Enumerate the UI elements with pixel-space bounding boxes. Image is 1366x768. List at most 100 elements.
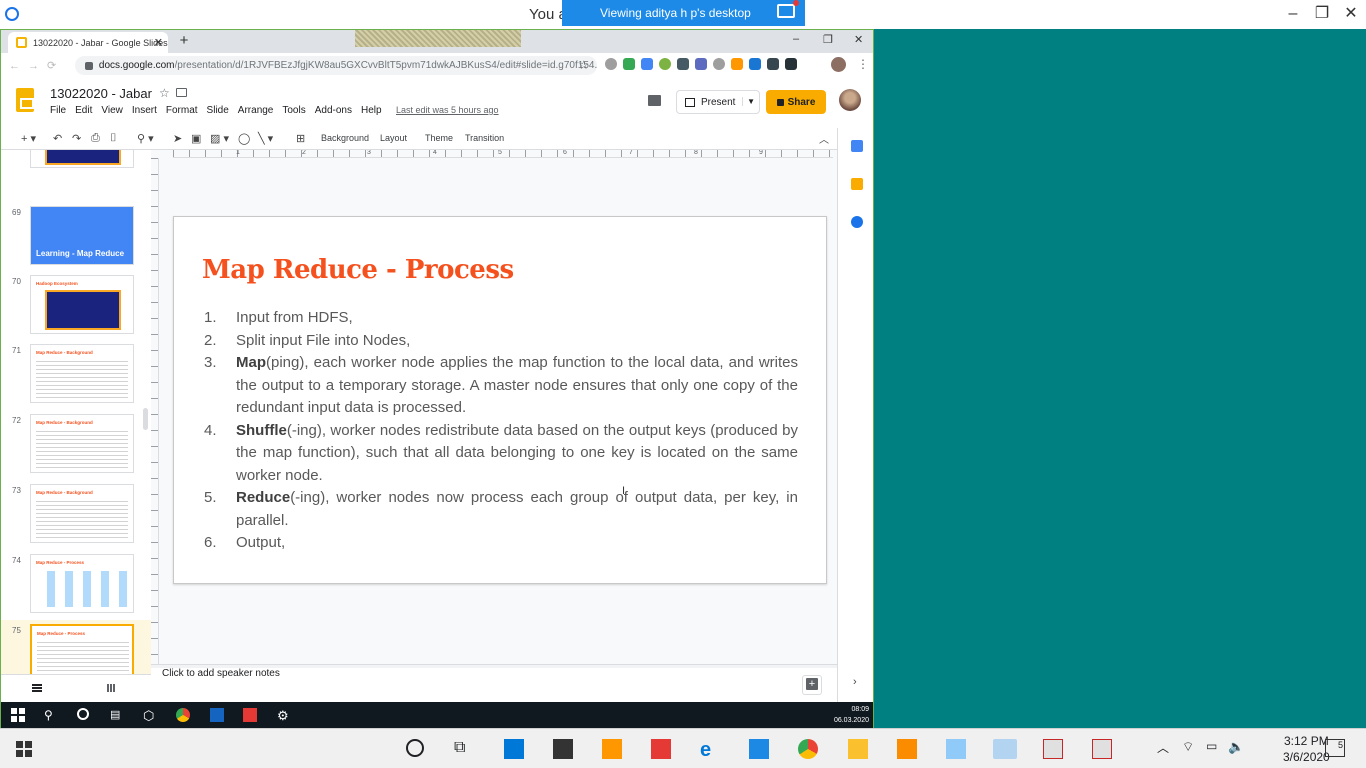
thumbnail-row[interactable] xyxy=(1,150,151,194)
windows-start-icon[interactable] xyxy=(16,741,32,757)
menu-tools[interactable]: Tools xyxy=(282,105,305,116)
extension-icon[interactable] xyxy=(641,58,653,70)
tab-close-icon[interactable]: ✕ xyxy=(154,36,163,49)
chevron-up-icon[interactable]: ︿ xyxy=(1157,739,1177,759)
background-button[interactable]: Background xyxy=(321,133,369,143)
shape-icon[interactable]: ◯ xyxy=(238,132,250,145)
thumbnail-row[interactable]: 74 Map Reduce - Process xyxy=(1,554,151,620)
virtualbox-icon[interactable] xyxy=(946,739,966,759)
menu-slide[interactable]: Slide xyxy=(207,105,229,116)
cortana-icon[interactable] xyxy=(406,739,424,757)
address-bar[interactable]: docs.google.com /presentation/d/1RJVFBEz… xyxy=(75,56,597,75)
restore-icon[interactable]: ❐ xyxy=(1307,4,1337,24)
gift-icon[interactable] xyxy=(651,739,671,759)
present-button[interactable]: Present ▼ xyxy=(676,90,760,114)
screen-share-icon[interactable] xyxy=(777,0,799,18)
chevron-right-icon[interactable]: › xyxy=(853,676,857,688)
java-icon[interactable] xyxy=(1043,739,1063,759)
browser-profile-avatar[interactable] xyxy=(831,57,846,72)
thumbnail-row-selected[interactable]: 75 Map Reduce - Process xyxy=(1,620,151,674)
undo-icon[interactable]: ↶ xyxy=(53,132,62,145)
slide-thumbnail[interactable]: Map Reduce - Background xyxy=(30,484,134,543)
thumbnail-row[interactable]: 72 Map Reduce - Background xyxy=(1,414,151,480)
chevron-up-icon[interactable]: ︿ xyxy=(819,131,829,146)
extension-icon[interactable] xyxy=(695,58,707,70)
close-icon[interactable]: ✕ xyxy=(1336,4,1366,24)
redo-icon[interactable]: ↷ xyxy=(72,132,81,145)
menu-help[interactable]: Help xyxy=(361,105,382,116)
move-to-folder-icon[interactable] xyxy=(176,88,187,97)
speaker-notes-area[interactable]: Click to add speaker notes xyxy=(151,668,837,702)
filmstrip-scrollbar[interactable] xyxy=(143,408,148,430)
extension-icon[interactable] xyxy=(677,58,689,70)
new-slide-icon[interactable]: + ▾ xyxy=(21,132,36,145)
theme-button[interactable]: Theme xyxy=(425,133,453,143)
volume-icon[interactable]: 🔈 xyxy=(1228,739,1248,759)
slide-thumbnail[interactable]: Hadoop Ecosystem xyxy=(30,275,134,334)
thumbnail-row[interactable]: 73 Map Reduce - Background xyxy=(1,484,151,550)
explore-button[interactable] xyxy=(802,675,822,695)
current-slide[interactable]: Map Reduce - Process 1. Input from HDFS, … xyxy=(173,216,827,584)
menu-insert[interactable]: Insert xyxy=(132,105,157,116)
menu-format[interactable]: Format xyxy=(166,105,198,116)
extension-icon[interactable] xyxy=(713,58,725,70)
extension-icon[interactable] xyxy=(785,58,797,70)
slide-thumbnail[interactable]: Learning - Map Reduce xyxy=(30,206,134,265)
slide-thumbnail-selected[interactable]: Map Reduce - Process xyxy=(30,624,134,674)
browser-minimize-icon[interactable]: – xyxy=(793,33,799,45)
slide-thumbnail[interactable]: Map Reduce - Background xyxy=(30,344,134,403)
browser-menu-icon[interactable]: ⋮ xyxy=(857,57,869,71)
notification-icon[interactable]: 5 xyxy=(1325,739,1345,757)
google-slides-logo-icon[interactable] xyxy=(16,88,34,112)
keep-icon[interactable] xyxy=(851,178,863,190)
edge-icon[interactable]: e xyxy=(700,739,720,761)
chrome-icon[interactable] xyxy=(798,739,818,759)
text-box-icon[interactable]: ▣ xyxy=(191,132,201,145)
thumbnail-row[interactable]: 69 Learning - Map Reduce xyxy=(1,206,151,272)
wifi-icon[interactable]: ⌔ xyxy=(1182,739,1202,759)
viewing-banner[interactable]: Viewing aditya h p's desktop xyxy=(562,0,805,26)
print-icon[interactable]: ⎙ xyxy=(91,132,100,145)
slide-title[interactable]: Map Reduce - Process xyxy=(202,255,514,285)
document-title[interactable]: 13022020 - Jabar xyxy=(50,86,152,101)
nav-buttons[interactable]: ←→⟳ xyxy=(9,59,64,72)
xampp-icon[interactable] xyxy=(897,739,917,759)
user-avatar[interactable] xyxy=(839,89,861,111)
select-cursor-icon[interactable]: ➤ xyxy=(173,132,182,145)
battery-icon[interactable]: ▭ xyxy=(1206,739,1226,759)
evernote-extension-icon[interactable] xyxy=(623,58,635,70)
add-comment-icon[interactable]: ⊞ xyxy=(296,132,305,145)
zoom-icon[interactable]: ⚲ ▾ xyxy=(137,132,154,145)
chrome-icon[interactable] xyxy=(176,708,190,722)
grid-view-icon[interactable] xyxy=(107,684,116,692)
extension-icon[interactable] xyxy=(659,58,671,70)
browser-maximize-icon[interactable]: ❐ xyxy=(823,33,833,46)
bookmark-star-icon[interactable]: ☆ xyxy=(578,58,589,72)
virtualbox-icon[interactable]: ⬡ xyxy=(143,708,157,723)
filmstrip-view-icon[interactable] xyxy=(32,684,42,692)
menu-arrange[interactable]: Arrange xyxy=(238,105,274,116)
browser-tab-active[interactable]: 13022020 - Jabar - Google Slides ✕ xyxy=(8,32,168,53)
remote-viewer-active-icon[interactable] xyxy=(993,739,1017,759)
task-view-icon[interactable]: ⧉ xyxy=(454,739,474,759)
image-icon[interactable]: ▨ ▾ xyxy=(210,132,229,145)
mail-icon[interactable] xyxy=(553,739,573,759)
new-tab-button[interactable]: + xyxy=(175,33,193,51)
minimize-icon[interactable]: – xyxy=(1278,4,1308,24)
powershell-icon[interactable] xyxy=(210,708,224,722)
local-clock[interactable]: 3:12 PM 3/6/2020 xyxy=(1283,733,1330,765)
settings-gear-icon[interactable]: ⚙ xyxy=(277,708,291,723)
slide-thumbnail[interactable]: Map Reduce - Background xyxy=(30,414,134,473)
java-icon[interactable] xyxy=(1092,739,1112,759)
extension-icon[interactable] xyxy=(605,58,617,70)
slide-thumbnail[interactable]: Map Reduce - Process xyxy=(30,554,134,613)
transition-button[interactable]: Transition xyxy=(465,133,504,143)
comment-history-icon[interactable] xyxy=(648,95,661,106)
menu-view[interactable]: View xyxy=(101,105,123,116)
menu-addons[interactable]: Add-ons xyxy=(315,105,352,116)
paint-format-icon[interactable]: ⌷ xyxy=(110,132,117,145)
star-icon[interactable]: ☆ xyxy=(159,86,170,100)
extension-icon[interactable] xyxy=(767,58,779,70)
share-button[interactable]: Share xyxy=(766,90,826,114)
metamask-extension-icon[interactable] xyxy=(731,58,743,70)
